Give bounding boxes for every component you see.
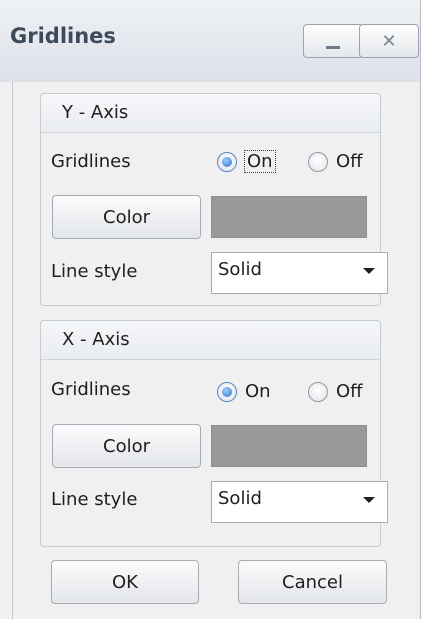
y-gridlines-on-radio[interactable]: On: [217, 150, 276, 173]
y-axis-group-title: Y - Axis: [62, 102, 129, 123]
cancel-button[interactable]: Cancel: [238, 560, 387, 604]
x-gridlines-on-radio[interactable]: On: [217, 381, 271, 402]
x-color-button[interactable]: Color: [52, 424, 201, 468]
x-on-radio-dot: [222, 386, 232, 397]
x-color-button-label: Color: [103, 435, 150, 457]
y-axis-group: Y - Axis Gridlines On Off Color Line sty…: [40, 93, 388, 306]
close-icon: ✕: [381, 30, 397, 52]
x-on-label: On: [245, 381, 271, 402]
chevron-down-icon: [363, 497, 375, 503]
y-color-button-label: Color: [103, 206, 150, 228]
x-axis-group-title: X - Axis: [62, 329, 130, 350]
cancel-button-label: Cancel: [282, 571, 343, 593]
y-line-style-dropdown[interactable]: Solid: [211, 252, 388, 294]
x-color-swatch[interactable]: [211, 425, 367, 467]
y-off-radio-circle: [308, 151, 328, 172]
title-bar[interactable]: Gridlines ✕: [0, 0, 420, 82]
y-off-label: Off: [336, 151, 363, 172]
y-axis-group-header: Y - Axis: [41, 94, 380, 133]
chevron-down-icon: [363, 268, 375, 274]
y-gridlines-off-radio[interactable]: Off: [308, 151, 363, 172]
x-line-style-value: Solid: [218, 488, 262, 509]
x-gridlines-off-radio[interactable]: Off: [308, 381, 363, 402]
ok-button-label: OK: [112, 571, 138, 593]
y-on-radio-dot: [222, 156, 232, 167]
y-line-style-value: Solid: [218, 259, 262, 280]
ok-button[interactable]: OK: [51, 560, 199, 604]
x-axis-group: X - Axis Gridlines On Off Color Line sty…: [40, 320, 388, 547]
x-off-label: Off: [336, 381, 363, 402]
y-on-label: On: [244, 150, 276, 173]
minimize-button[interactable]: [303, 24, 363, 58]
dialog-title: Gridlines: [10, 24, 116, 48]
x-line-style-label: Line style: [51, 489, 138, 510]
x-off-radio-circle: [308, 381, 328, 402]
x-on-radio-circle: [217, 381, 237, 402]
gridlines-dialog: Gridlines ✕ Y - Axis Gridlines On Off Co…: [0, 0, 421, 619]
y-on-radio-circle: [217, 151, 237, 172]
x-axis-group-header: X - Axis: [41, 321, 380, 360]
x-gridlines-label: Gridlines: [51, 379, 131, 400]
minimize-icon: [326, 45, 340, 49]
y-line-style-label: Line style: [51, 261, 138, 282]
close-button[interactable]: ✕: [359, 24, 419, 58]
y-gridlines-label: Gridlines: [51, 151, 131, 172]
y-color-button[interactable]: Color: [52, 195, 201, 239]
y-color-swatch[interactable]: [211, 196, 367, 238]
x-line-style-dropdown[interactable]: Solid: [211, 481, 388, 523]
